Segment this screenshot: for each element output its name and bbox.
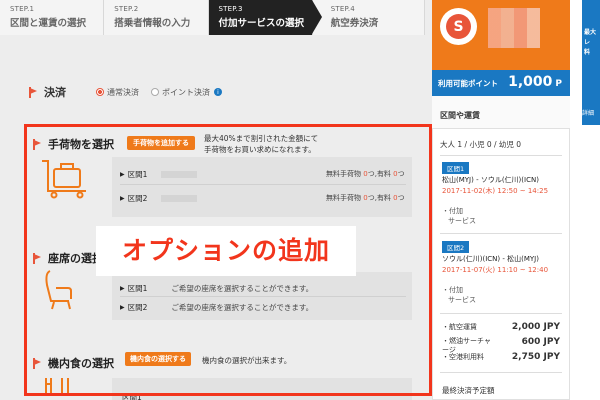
masked-username	[488, 8, 540, 48]
banner-text: 最大	[584, 29, 597, 36]
points-unit: P	[555, 79, 562, 89]
banner-text: レ	[584, 39, 591, 46]
step-number: STEP.1	[10, 5, 35, 13]
segment-2-date: 2017-11-07(火) 11:10 ~ 12:40	[442, 266, 549, 274]
step-1[interactable]: STEP.1 区間と運賃の選択	[0, 0, 105, 35]
checkout-steps: STEP.1 区間と運賃の選択 STEP.2 搭乗者情報の入力 STEP.3 付…	[0, 0, 425, 35]
step-number: STEP.3	[218, 5, 243, 13]
radio-icon[interactable]	[151, 88, 159, 96]
step-3[interactable]: STEP.3 付加サービスの選択	[208, 0, 323, 35]
extra-label: サービス	[448, 217, 476, 225]
booking-summary-sidebar: S 利用可能ポイント 1,000 P 区間や運賃 大人 1 / 小児 0 / 幼児…	[432, 0, 570, 400]
segment-1-tag: 区間1	[442, 162, 470, 174]
side-banner[interactable]: 最大 レ 料	[582, 0, 600, 125]
step-number: STEP.2	[114, 5, 139, 13]
fare-value: 2,750 JPY	[511, 352, 560, 362]
fare-value: 2,000 JPY	[511, 322, 560, 332]
step-number: STEP.4	[330, 5, 355, 13]
payment-option-normal[interactable]: 通常決済	[96, 87, 139, 98]
fare-label: ・空港利用料	[442, 353, 484, 361]
step-2[interactable]: STEP.2 搭乗者情報の入力	[104, 0, 209, 35]
extra-label: サービス	[448, 296, 476, 304]
extra-label: ・付加	[442, 286, 463, 294]
summary-title: 区間や運賃	[440, 111, 480, 120]
banner-detail-link[interactable]: 詳細	[582, 108, 594, 117]
payment-title: 決済	[44, 86, 66, 99]
segment-1-route: 松山(MYJ) - ソウル(仁川)(ICN)	[442, 176, 539, 184]
step-name: 航空券決済	[330, 18, 379, 29]
segment-2-tag: 区間2	[442, 241, 470, 253]
radio-selected-icon[interactable]	[96, 88, 104, 96]
option-label: 通常決済	[107, 87, 139, 97]
segment-1-extra: ・付加 サービス	[442, 206, 476, 226]
divider	[440, 372, 562, 373]
fare-airport-fee: ・空港利用料 2,750 JPY	[442, 352, 560, 362]
step-4[interactable]: STEP.4 航空券決済	[312, 0, 425, 35]
points-label: 利用可能ポイント	[438, 79, 498, 88]
overlay-caption: オプションの追加	[96, 226, 356, 276]
points-bar: 利用可能ポイント 1,000 P	[432, 70, 570, 96]
step-name: 付加サービスの選択	[218, 18, 305, 29]
divider	[440, 233, 562, 234]
segment-2-extra: ・付加 サービス	[442, 285, 476, 305]
payment-option-points[interactable]: ポイント決済	[151, 87, 210, 98]
account-header: S	[432, 0, 570, 70]
info-icon[interactable]: i	[214, 88, 222, 96]
divider	[440, 313, 562, 314]
option-label: ポイント決済	[162, 87, 210, 97]
points-value: 1,000	[508, 74, 553, 90]
logo-letter: S	[446, 14, 471, 39]
extra-label: ・付加	[442, 207, 463, 215]
points-value-wrap: 1,000 P	[508, 74, 562, 90]
passenger-count: 大人 1 / 小児 0 / 幼児 0	[440, 140, 522, 149]
brand-logo: S	[440, 8, 477, 45]
banner-text: 料	[584, 49, 591, 56]
payment-row: 決済 通常決済 ポイント決済 i	[28, 84, 222, 100]
fare-airfare: ・航空運賃 2,000 JPY	[442, 322, 560, 332]
divider	[440, 155, 562, 156]
fare-label: ・航空運賃	[442, 323, 477, 331]
flag-icon	[28, 86, 39, 98]
step-name: 搭乗者情報の入力	[114, 18, 191, 29]
step-name: 区間と運賃の選択	[10, 18, 87, 29]
final-total-label: 最終決済予定額	[442, 386, 495, 395]
segment-1-date: 2017-11-02(木) 12:50 ~ 14:25	[442, 187, 549, 195]
segment-2-route: ソウル(仁川)(ICN) - 松山(MYJ)	[442, 255, 539, 263]
